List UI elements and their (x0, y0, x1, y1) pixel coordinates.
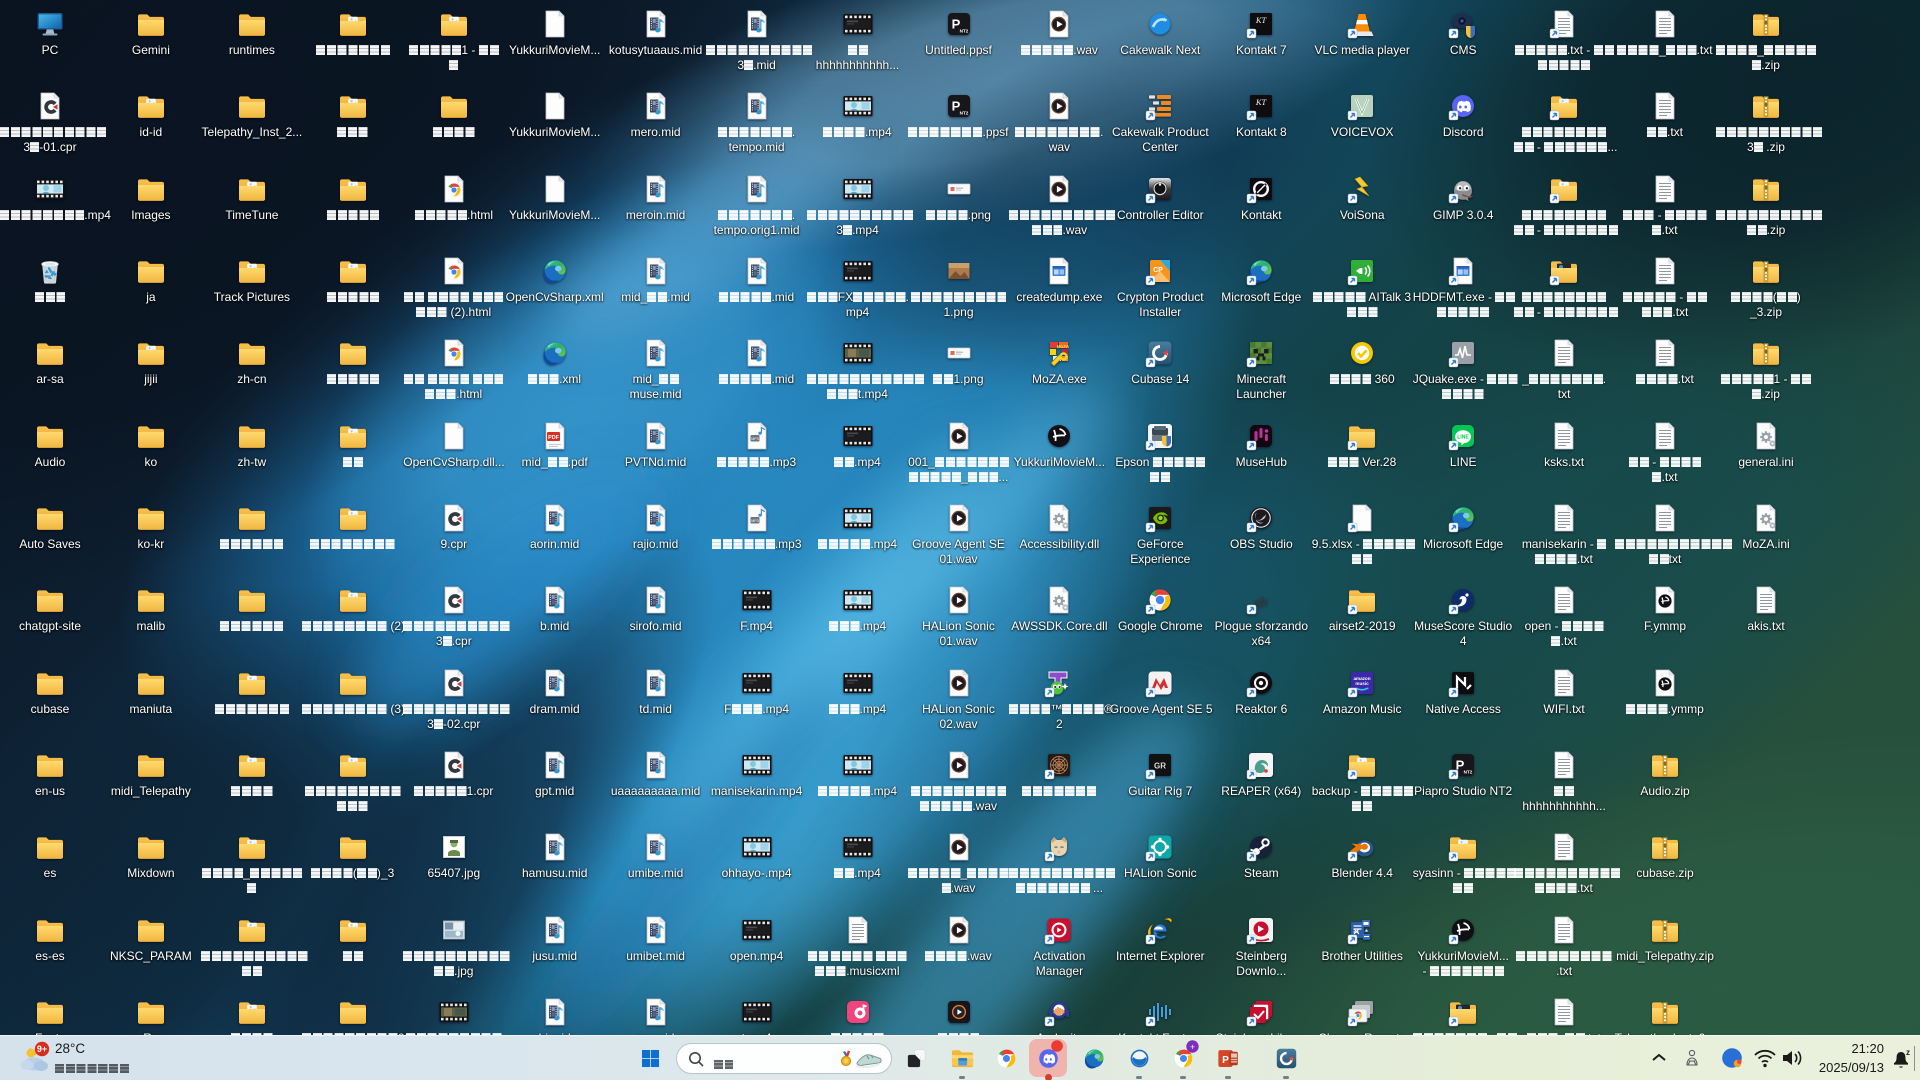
svg-text:z: z (1906, 1048, 1910, 1057)
svg-text:+: + (1190, 1043, 1195, 1052)
svg-text:9+: 9+ (37, 1044, 47, 1054)
